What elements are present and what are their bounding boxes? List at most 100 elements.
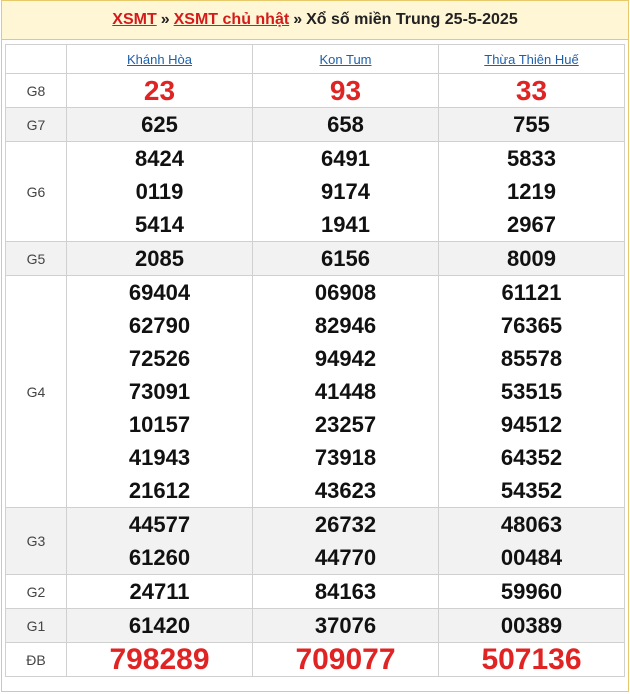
prize-number: 61260 [128,545,191,570]
prize-number: 33 [515,75,548,106]
prize-number: 44577 [128,512,191,537]
breadcrumb-separator: » [160,11,170,28]
results-panel: XSMT » XSMT chủ nhật » Xổ số miền Trung … [1,0,629,692]
prize-cell: 23 [66,73,253,108]
table-row: G1 61420 37076 00389 [5,608,625,643]
prize-label: ĐB [5,642,67,677]
prize-number: 61121 [501,280,562,305]
prize-cell: 8009 [438,241,625,276]
page-title: Xổ số miền Trung 25-5-2025 [306,11,518,28]
prize-number: 41943 [128,445,191,470]
prize-number: 41448 [314,379,377,404]
prize-number: 00484 [500,545,563,570]
prize-cell: 48063 00484 [438,507,625,575]
prize-number: 2085 [135,246,184,271]
prize-number: 755 [513,112,550,137]
prize-label: G2 [5,574,67,609]
prize-number: 94942 [314,346,377,371]
prize-number: 72526 [128,346,191,371]
prize-label: G3 [5,507,67,575]
prize-number: 23 [143,75,176,106]
prize-cell: 625 [66,107,253,142]
prize-number: 8424 [135,146,184,171]
prize-cell: 5833 1219 2967 [438,141,625,242]
prize-number: 94512 [500,412,563,437]
prize-number: 2967 [507,212,556,237]
prize-cell: 37076 [252,608,439,643]
prize-number: 64352 [500,445,563,470]
prize-number: 84163 [314,579,377,604]
prize-number: 48063 [500,512,563,537]
prize-number: 59960 [500,579,563,604]
prize-number: 73918 [314,445,377,470]
prize-number: 625 [141,112,178,137]
prize-number: 00389 [500,613,563,638]
prize-cell: 8424 0119 5414 [66,141,253,242]
prize-number: 54352 [500,478,563,503]
prize-cell: 33 [438,73,625,108]
prize-cell: 61420 [66,608,253,643]
table-row: G4 69404 62790 72526 73091 10157 41943 21612 069… [5,275,625,508]
header-corner [5,44,67,74]
prize-number: 798289 [109,643,210,676]
prize-label: G5 [5,241,67,276]
prize-cell: 798289 [66,642,253,677]
prize-cell: 6491 9174 1941 [252,141,439,242]
prize-number: 76365 [500,313,563,338]
prize-cell: 69404 62790 72526 73091 10157 41943 21612 [66,275,253,508]
province-link[interactable]: Kon Tum [319,52,371,67]
prize-number: 53515 [500,379,563,404]
prize-cell: 44577 61260 [66,507,253,575]
prize-number: 37076 [314,613,377,638]
prize-cell: 2085 [66,241,253,276]
prize-number: 24711 [129,579,190,604]
prize-number: 44770 [314,545,377,570]
prize-number: 6491 [321,146,370,171]
breadcrumb-link-xsmt-sunday[interactable]: XSMT chủ nhật [174,11,290,29]
table-row: G2 24711 84163 59960 [5,574,625,609]
prize-number: 26732 [314,512,377,537]
prize-label: G8 [5,73,67,108]
prize-cell: 61121 76365 85578 53515 94512 64352 54352 [438,275,625,508]
prize-label: G1 [5,608,67,643]
prize-number: 1219 [507,179,556,204]
prize-number: 73091 [128,379,191,404]
prize-cell: 59960 [438,574,625,609]
prize-cell: 84163 [252,574,439,609]
prize-cell: 6156 [252,241,439,276]
prize-number: 507136 [481,643,582,676]
prize-number: 8009 [507,246,556,271]
breadcrumb: XSMT » XSMT chủ nhật » Xổ số miền Trung … [2,1,628,40]
province-header: Thừa Thiên Huế [438,44,625,74]
prize-number: 658 [327,112,364,137]
prize-number: 5833 [507,146,556,171]
prize-cell: 755 [438,107,625,142]
prize-cell: 26732 44770 [252,507,439,575]
prize-number: 93 [329,75,362,106]
province-header: Kon Tum [252,44,439,74]
prize-number: 61420 [128,613,191,638]
prize-number: 82946 [314,313,377,338]
prize-number: 10157 [128,412,191,437]
prize-label: G7 [5,107,67,142]
prize-number: 43623 [314,478,377,503]
table-row: G3 44577 61260 26732 44770 48063 00484 [5,507,625,575]
prize-cell: 24711 [66,574,253,609]
table-row: G5 2085 6156 8009 [5,241,625,276]
breadcrumb-separator: » [293,11,303,28]
table-header-row: Khánh Hòa Kon Tum Thừa Thiên Huế [5,44,625,74]
prize-cell: 507136 [438,642,625,677]
province-header: Khánh Hòa [66,44,253,74]
prize-number: 06908 [314,280,377,305]
prize-number: 62790 [128,313,191,338]
prize-number: 23257 [314,412,377,437]
prize-cell: 658 [252,107,439,142]
prize-number: 9174 [321,179,370,204]
breadcrumb-link-xsmt[interactable]: XSMT [112,11,156,29]
table-row: ĐB 798289 709077 507136 [5,642,625,677]
prize-label: G6 [5,141,67,242]
province-link[interactable]: Thừa Thiên Huế [484,52,578,67]
prize-cell: 00389 [438,608,625,643]
table-row: G7 625 658 755 [5,107,625,142]
province-link[interactable]: Khánh Hòa [127,52,192,67]
